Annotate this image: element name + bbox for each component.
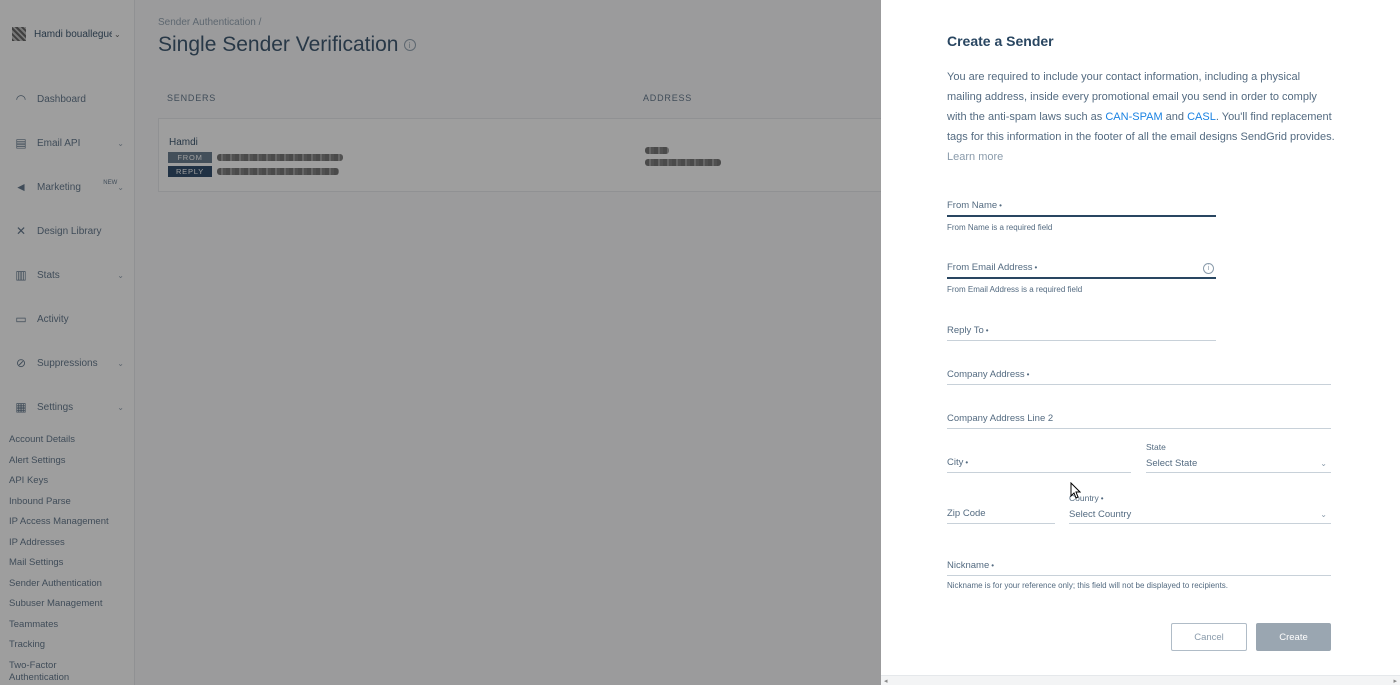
country-select[interactable]: Country • Select Country ⌄ bbox=[1069, 493, 1331, 524]
company-address-line2-field[interactable]: Company Address Line 2 bbox=[947, 408, 1331, 429]
scroll-right-icon[interactable]: ▸ bbox=[1393, 677, 1397, 685]
chevron-down-icon: ⌄ bbox=[1320, 510, 1327, 519]
can-spam-link[interactable]: CAN-SPAM bbox=[1105, 111, 1162, 123]
info-icon[interactable]: i bbox=[1203, 263, 1214, 274]
horizontal-scrollbar[interactable]: ◂ ▸ bbox=[881, 675, 1400, 685]
drawer-title: Create a Sender bbox=[947, 33, 1054, 49]
from-email-field[interactable]: From Email Address • i bbox=[947, 257, 1216, 279]
state-value: Select State bbox=[1146, 458, 1198, 469]
reply-to-label-text: Reply To bbox=[947, 325, 984, 336]
from-email-label-text: From Email Address bbox=[947, 262, 1033, 273]
create-sender-drawer: Create a Sender You are required to incl… bbox=[881, 0, 1400, 685]
city-label-text: City bbox=[947, 457, 964, 468]
required-mark: • bbox=[985, 326, 989, 335]
from-name-label-text: From Name bbox=[947, 200, 998, 211]
city-label: City • bbox=[947, 457, 968, 468]
casl-link[interactable]: CASL bbox=[1187, 111, 1216, 123]
zip-code-label: Zip Code bbox=[947, 508, 986, 519]
company-address-line2-label: Company Address Line 2 bbox=[947, 413, 1054, 424]
nickname-label-text: Nickname bbox=[947, 560, 990, 571]
cancel-button[interactable]: Cancel bbox=[1171, 623, 1247, 651]
from-email-label: From Email Address • bbox=[947, 262, 1037, 273]
from-name-field[interactable]: From Name • bbox=[947, 195, 1216, 217]
learn-more-link[interactable]: Learn more bbox=[947, 151, 1003, 163]
scroll-left-icon[interactable]: ◂ bbox=[884, 677, 888, 685]
company-address-label: Company Address • bbox=[947, 369, 1029, 380]
required-mark: • bbox=[965, 458, 969, 467]
required-mark: • bbox=[991, 561, 995, 570]
nickname-label: Nickname • bbox=[947, 560, 994, 571]
from-name-error: From Name is a required field bbox=[947, 223, 1053, 232]
drawer-description: You are required to include your contact… bbox=[947, 67, 1337, 167]
reply-to-field[interactable]: Reply To • bbox=[947, 320, 1216, 341]
required-mark: • bbox=[1034, 263, 1038, 272]
create-button[interactable]: Create bbox=[1256, 623, 1331, 651]
app-background: Hamdi bouallegue ⌄ ◠ Dashboard ▤ Email API ⌄… bbox=[0, 0, 881, 685]
city-field[interactable]: City • bbox=[947, 452, 1131, 473]
modal-backdrop[interactable] bbox=[0, 0, 881, 685]
required-mark: • bbox=[1100, 494, 1104, 503]
from-name-label: From Name • bbox=[947, 200, 1002, 211]
chevron-down-icon: ⌄ bbox=[1320, 459, 1327, 468]
required-mark: • bbox=[1026, 370, 1030, 379]
from-email-error: From Email Address is a required field bbox=[947, 285, 1083, 294]
company-address-label-text: Company Address bbox=[947, 369, 1025, 380]
reply-to-label: Reply To • bbox=[947, 325, 989, 336]
country-value: Select Country bbox=[1069, 509, 1132, 520]
nickname-help: Nickname is for your reference only; thi… bbox=[947, 581, 1229, 590]
state-label: State bbox=[1146, 442, 1166, 452]
required-mark: • bbox=[999, 201, 1002, 210]
state-select[interactable]: State Select State ⌄ bbox=[1146, 442, 1331, 473]
nickname-field[interactable]: Nickname • bbox=[947, 555, 1331, 576]
description-and: and bbox=[1162, 111, 1188, 123]
company-address-field[interactable]: Company Address • bbox=[947, 364, 1331, 385]
zip-code-field[interactable]: Zip Code bbox=[947, 503, 1055, 524]
